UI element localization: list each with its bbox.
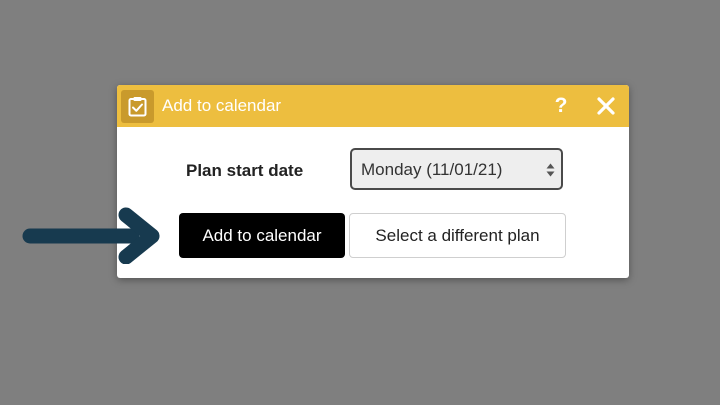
close-button[interactable] <box>595 95 617 117</box>
add-to-calendar-dialog: Add to calendar ? Plan start date Monday… <box>117 85 629 278</box>
add-to-calendar-button[interactable]: Add to calendar <box>179 213 345 258</box>
select-different-plan-button[interactable]: Select a different plan <box>349 213 566 258</box>
dialog-title: Add to calendar <box>162 96 282 115</box>
pointer-arrow-icon <box>22 207 160 264</box>
close-icon <box>597 97 615 115</box>
plan-start-date-label: Plan start date <box>186 161 304 180</box>
select-arrows-icon <box>546 163 555 177</box>
plan-start-date-select[interactable]: Monday (11/01/21) <box>350 148 563 190</box>
dialog-titlebar: Add to calendar ? <box>117 85 629 127</box>
help-button[interactable]: ? <box>551 93 571 119</box>
plan-start-date-value: Monday (11/01/21) <box>361 160 503 179</box>
clipboard-check-icon <box>121 90 154 123</box>
